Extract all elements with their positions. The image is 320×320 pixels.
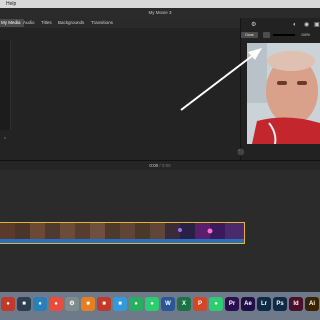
wrench-icon[interactable]: ⚙ xyxy=(251,22,256,28)
done-button[interactable]: Done xyxy=(241,32,258,38)
dock-app-7[interactable]: ■ xyxy=(97,297,111,311)
camera-preview xyxy=(247,43,320,144)
photoshop-icon[interactable]: Ps xyxy=(273,297,287,311)
media-tab-bar: My Media Audio Titles Backgrounds Transi… xyxy=(0,18,240,28)
timecode-total: 0:00 xyxy=(161,163,171,168)
browser-indicator xyxy=(4,137,6,139)
help-menu[interactable]: Help xyxy=(6,0,16,8)
illustrator-icon[interactable]: Ai xyxy=(305,297,319,311)
dock-app-1[interactable]: ● xyxy=(1,297,15,311)
dock-app-10[interactable]: ● xyxy=(145,297,159,311)
media-list-panel[interactable] xyxy=(0,40,11,130)
timecode-current: 0:00 xyxy=(149,163,159,168)
color-balance-icon[interactable]: ◐ xyxy=(293,22,297,28)
excel-icon[interactable]: X xyxy=(177,297,191,311)
percent-readout: 100% xyxy=(301,33,310,37)
tab-titles[interactable]: Titles xyxy=(38,19,55,27)
tab-backgrounds[interactable]: Backgrounds xyxy=(55,19,87,27)
dock-app-9[interactable]: ● xyxy=(129,297,143,311)
timeline-clip[interactable] xyxy=(0,222,245,244)
color-correction-icon[interactable]: ◉ xyxy=(304,22,309,28)
window-title: My Movie 3 xyxy=(148,10,172,15)
microphone-icon[interactable]: ⚫ xyxy=(237,149,244,156)
dock-app-3[interactable]: ● xyxy=(33,297,47,311)
tab-transitions[interactable]: Transitions xyxy=(88,19,116,27)
media-browser xyxy=(0,28,240,160)
person-icon xyxy=(247,43,320,144)
dock: ● ■ ● ● ⚙ ■ ■ ■ ● ● W X P ● Pr Ae Lr Ps Id Ai xyxy=(0,292,320,320)
chrome-icon[interactable]: ● xyxy=(49,297,63,311)
volume-slider[interactable] xyxy=(273,34,295,36)
crop-icon[interactable]: ▣ xyxy=(314,22,320,28)
done-label: Done xyxy=(245,33,254,37)
word-icon[interactable]: W xyxy=(161,297,175,311)
dock-app-2[interactable]: ■ xyxy=(17,297,31,311)
dock-app-5[interactable]: ⚙ xyxy=(65,297,79,311)
powerpoint-icon[interactable]: P xyxy=(193,297,207,311)
tab-audio[interactable]: Audio xyxy=(20,19,38,27)
dock-app-14[interactable]: ● xyxy=(209,297,223,311)
lightroom-icon[interactable]: Lr xyxy=(257,297,271,311)
indesign-icon[interactable]: Id xyxy=(289,297,303,311)
dock-app-8[interactable]: ■ xyxy=(113,297,127,311)
camera-button[interactable] xyxy=(263,32,270,38)
clip-audio-bar xyxy=(0,239,244,243)
dock-app-6[interactable]: ■ xyxy=(81,297,95,311)
menu-bar: Help xyxy=(0,0,320,8)
after-effects-icon[interactable]: Ae xyxy=(241,297,255,311)
premiere-icon[interactable]: Pr xyxy=(225,297,239,311)
